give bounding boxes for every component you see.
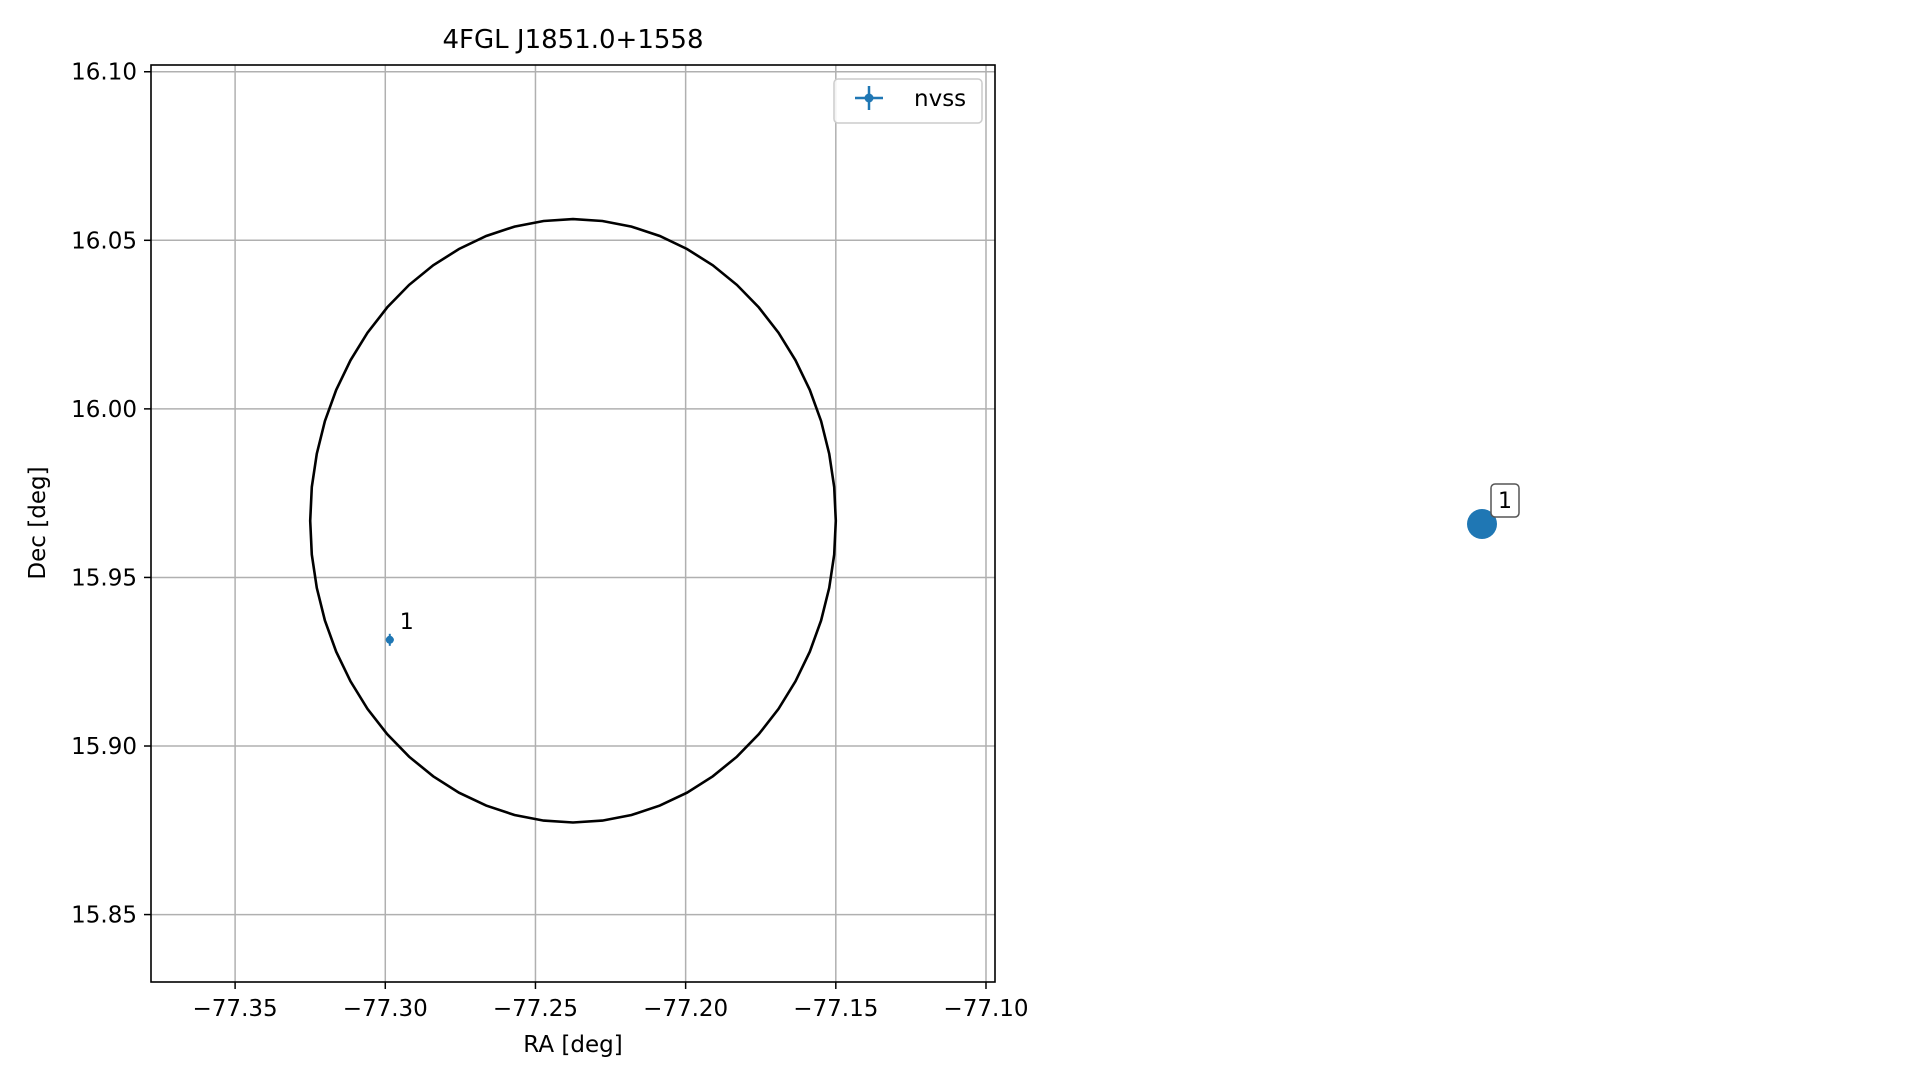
y-tick-label: 15.85 [71,903,137,929]
legend: nvss [833,78,983,124]
source-label: 1 [1498,489,1512,514]
x-axis-label: RA [deg] [523,1032,622,1058]
x-tick-label: −77.10 [943,996,1028,1022]
y-tick-label: 15.90 [71,734,137,760]
x-tick-label: −77.15 [793,996,878,1022]
source-index-panel: 1 [1467,483,1520,539]
y-tick-label: 15.95 [71,565,137,591]
x-tick-label: −77.30 [343,996,428,1022]
y-axis-label: Dec [deg] [25,466,51,579]
sky-map-plot: 4FGL J1851.0+1558 1 −77.35 −77.30 −77.25 −7… [25,25,1029,1058]
grid-lines [151,65,995,982]
x-tick-label: −77.25 [493,996,578,1022]
x-tick-label: −77.35 [193,996,278,1022]
y-tick-label: 16.05 [71,228,137,254]
y-tick-label: 16.00 [71,397,137,423]
x-tick-label: −77.20 [643,996,728,1022]
chart-title: 4FGL J1851.0+1558 [443,25,704,55]
localization-ellipse [308,217,838,824]
x-axis-ticks: −77.35 −77.30 −77.25 −77.20 −77.15 −77.10 [193,982,1029,1022]
figure: 4FGL J1851.0+1558 1 −77.35 −77.30 −77.25 −7… [25,25,1520,1058]
data-points: 1 [385,610,414,646]
point-label: 1 [400,610,414,635]
legend-label-nvss: nvss [914,86,966,112]
nvss-point [385,635,394,644]
y-axis-ticks: 15.85 15.90 15.95 16.00 16.05 16.10 [71,60,151,929]
plot-frame [150,64,996,983]
y-tick-label: 16.10 [71,60,137,86]
